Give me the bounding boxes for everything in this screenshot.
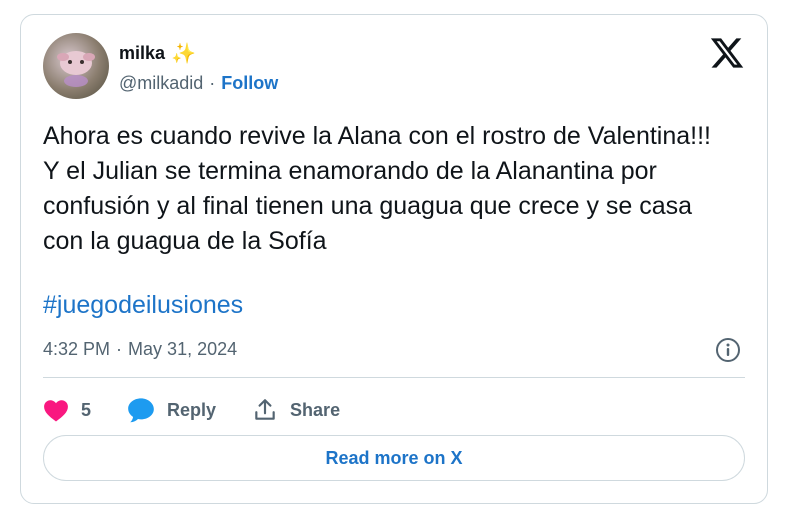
tweet-date: May 31, 2024 (128, 339, 238, 359)
like-button[interactable]: 5 (43, 398, 91, 422)
author-handle-row: @milkadid · Follow (119, 73, 278, 94)
timestamp-separator: · (116, 339, 123, 359)
like-count: 5 (81, 399, 92, 420)
tweet-timestamp[interactable]: 4:32 PM · May 31, 2024 (43, 339, 237, 360)
tweet-text: Ahora es cuando revive la Alana con el r… (43, 122, 712, 255)
author-name-text: milka (119, 43, 166, 63)
handle-separator: · (209, 73, 216, 93)
avatar[interactable] (43, 33, 109, 99)
sparkles-emoji: ✨ (171, 42, 196, 65)
avatar-image (57, 51, 95, 87)
divider (43, 377, 745, 378)
reply-label: Reply (167, 399, 217, 420)
author-handle[interactable]: @milkadid (119, 73, 203, 94)
author-display-name[interactable]: milka ✨ (119, 43, 196, 64)
tweet-embed-card: milka ✨ @milkadid · Follow Ahora es cuan… (20, 14, 768, 504)
x-logo-icon[interactable] (709, 35, 745, 71)
share-label: Share (290, 399, 341, 420)
tweet-time: 4:32 PM (43, 339, 111, 359)
speech-bubble-icon (128, 398, 154, 423)
follow-button[interactable]: Follow (221, 73, 278, 94)
heart-icon (44, 400, 68, 422)
share-button[interactable]: Share (252, 397, 340, 423)
read-more-button[interactable]: Read more on X (43, 435, 745, 481)
reply-button[interactable]: Reply (127, 397, 216, 423)
tweet-actions-bar: 5 Reply Share (43, 395, 376, 425)
upload-icon (255, 399, 275, 420)
hashtag-link[interactable]: #juegodeilusiones (43, 291, 243, 320)
info-icon[interactable] (715, 337, 741, 363)
